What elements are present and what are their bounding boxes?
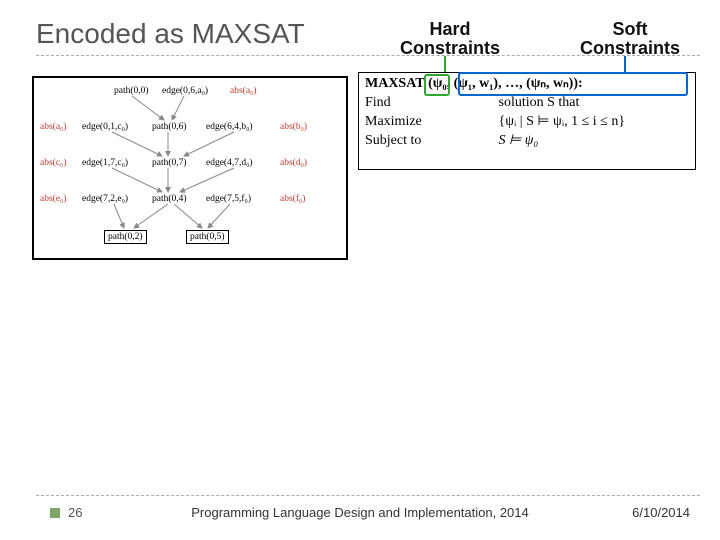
node-absc0: abs(c₀)	[40, 158, 67, 168]
soft-pointer-line	[624, 56, 626, 72]
hard-line1: Hard Constraints	[400, 19, 500, 58]
footer-venue: Programming Language Design and Implemen…	[0, 505, 720, 520]
soft-constraint-highlight-box	[458, 72, 688, 96]
maxsat-find-label: Find	[365, 94, 495, 113]
node-edge17: edge(1,7,c₀)	[82, 158, 128, 168]
divider-bottom	[36, 495, 700, 496]
node-absb0: abs(b₀)	[280, 122, 307, 132]
node-path05-boxed: path(0,5)	[186, 230, 229, 244]
node-path02-boxed: path(0,2)	[104, 230, 147, 244]
maxsat-find-row: Find solution S that	[365, 94, 689, 113]
hard-constraints-label: Hard Constraints	[390, 20, 510, 58]
page-title: Encoded as MAXSAT	[36, 18, 305, 50]
footer-date: 6/10/2014	[632, 505, 690, 520]
constraint-graph-box: path(0,0) edge(0,6,a₀) abs(a₀) abs(a₀) e…	[32, 76, 348, 260]
node-absf0: abs(f₀)	[280, 194, 305, 204]
node-edge06a: edge(0,6,a₀)	[162, 86, 208, 96]
node-edge01: edge(0,1,c₀)	[82, 122, 128, 132]
soft-line1: Soft Constraints	[580, 19, 680, 58]
maxsat-max-rhs: {ψᵢ | S ⊨ ψᵢ, 1 ≤ i ≤ n}	[499, 114, 626, 129]
maxsat-header-name: MAXSAT	[365, 76, 425, 91]
node-path06: path(0,6)	[152, 122, 187, 132]
node-path04: path(0,4)	[152, 194, 187, 204]
slide: Encoded as MAXSAT Hard Constraints Soft …	[0, 0, 720, 540]
node-edge72: edge(7,2,e₀)	[82, 194, 128, 204]
node-edge75: edge(7,5,f₀)	[206, 194, 251, 204]
node-abse0: abs(e₀)	[40, 194, 67, 204]
maxsat-subj-rhs: S ⊨ ψ₀	[499, 133, 539, 148]
maxsat-max-row: Maximize {ψᵢ | S ⊨ ψᵢ, 1 ≤ i ≤ n}	[365, 113, 689, 132]
node-edge47: edge(4,7,d₀)	[206, 158, 253, 168]
soft-constraints-label: Soft Constraints	[570, 20, 690, 58]
node-absa0-left: abs(a₀)	[40, 122, 67, 132]
maxsat-subj-label: Subject to	[365, 132, 495, 151]
node-path00: path(0,0)	[114, 86, 149, 96]
node-absd0: abs(d₀)	[280, 158, 307, 168]
hard-constraint-highlight-box	[424, 74, 450, 96]
node-edge64: edge(6,4,b₀)	[206, 122, 253, 132]
maxsat-max-label: Maximize	[365, 113, 495, 132]
node-absa0-top: abs(a₀)	[230, 86, 257, 96]
maxsat-find-rhs: solution S that	[499, 95, 580, 110]
maxsat-subj-row: Subject to S ⊨ ψ₀	[365, 132, 689, 151]
node-path07: path(0,7)	[152, 158, 187, 168]
